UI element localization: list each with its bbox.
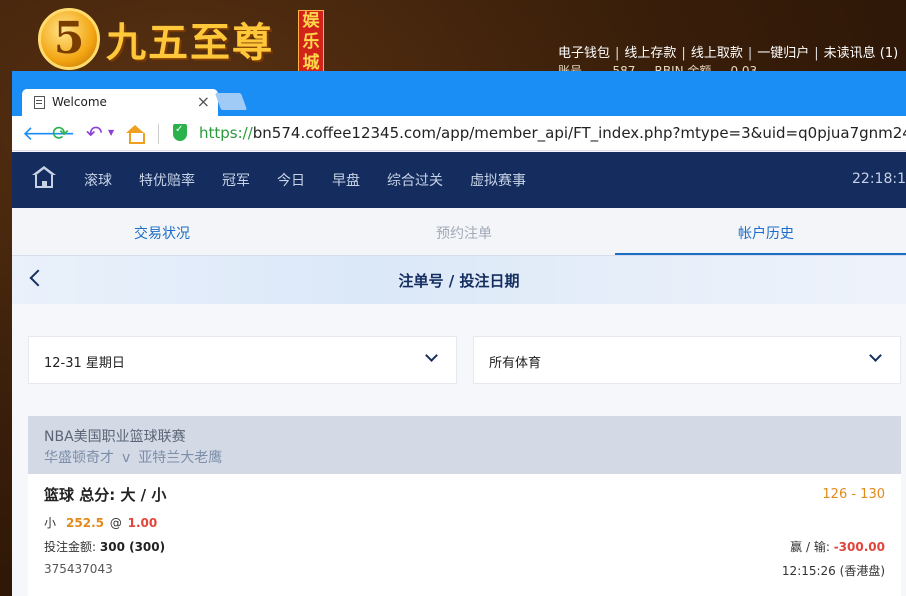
link-unread-messages[interactable]: 未读讯息 (1) [824, 46, 899, 61]
nav-item-virtual[interactable]: 虚拟赛事 [470, 170, 526, 190]
chevron-down-icon [425, 349, 438, 362]
tab-transaction-status[interactable]: 交易状况 [12, 223, 312, 243]
bet-type: 篮球 总分: 大 / 小 [44, 486, 167, 504]
browser-tab[interactable]: Welcome × [22, 89, 218, 116]
page-icon [34, 96, 45, 109]
tab-scheduled-bets[interactable]: 预约注单 [314, 223, 614, 243]
bet-odds: 1.00 [127, 516, 158, 530]
url-field[interactable]: https://bn574.coffee12345.com/app/member… [199, 124, 906, 142]
site-logo-text: 九五至尊 [106, 19, 274, 66]
nav-item-champion[interactable]: 冠军 [222, 170, 250, 190]
sport-select[interactable]: 所有体育 [473, 336, 901, 384]
undo-icon[interactable]: ↶ [86, 121, 103, 145]
page-title: 注单号 / 投注日期 [398, 272, 520, 290]
site-top-links: 电子钱包 | 线上存款 | 线上取款 | 一键归户 | 未读讯息 (1) [558, 46, 899, 61]
url-path: bn574.coffee12345.com/app/member_api/FT_… [252, 124, 906, 142]
date-select-value: 12-31 星期日 [44, 356, 125, 371]
link-deposit[interactable]: 线上存款 [624, 46, 676, 61]
win-loss-value: -300.00 [833, 540, 885, 554]
url-scheme: https:// [199, 124, 253, 142]
home-door [42, 181, 47, 188]
nav-item-parlay[interactable]: 综合过关 [387, 170, 443, 190]
site-logo-number: 5 [53, 13, 85, 64]
site-logo-badge-text: 娱乐城 [302, 11, 320, 73]
home-icon[interactable] [126, 125, 145, 144]
date-select[interactable]: 12-31 星期日 [28, 336, 457, 384]
tab-title: Welcome [52, 95, 107, 109]
browser-tabstrip: Welcome × [12, 71, 906, 116]
tab-close-icon[interactable]: × [197, 92, 210, 111]
ticket-id: 375437043 [44, 562, 113, 576]
address-bar: 🡐 ⟳ ↶ ▼ https://bn574.coffee12345.com/ap… [12, 116, 906, 151]
site-logo-badge: 娱乐城 [298, 10, 324, 74]
bet-time: 12:15:26 (香港盘) [781, 564, 885, 578]
app-navbar: 滚球 特优赔率 冠军 今日 早盘 综合过关 虚拟赛事 22:18:1 [12, 152, 906, 208]
bet-selection: 小 252.5 @ 1.00 [44, 514, 157, 531]
nav-item-special-odds[interactable]: 特优赔率 [139, 170, 195, 190]
nav-item-live[interactable]: 滚球 [84, 170, 112, 190]
chevron-down-icon [869, 349, 882, 362]
bet-detail: 篮球 总分: 大 / 小 126 - 130 小 252.5 @ 1.00 投注金… [28, 474, 901, 596]
page-header: 注单号 / 投注日期 [12, 256, 906, 304]
pick-label: 小 [44, 516, 57, 530]
match-teams: 华盛顿奇才 v 亚特兰大老鹰 [44, 447, 222, 467]
final-score: 126 - 130 [822, 487, 885, 502]
link-e-wallet[interactable]: 电子钱包 [558, 46, 610, 61]
nav-menu: 滚球 特优赔率 冠军 今日 早盘 综合过关 虚拟赛事 [84, 152, 553, 208]
new-tab-button[interactable] [214, 93, 248, 110]
win-loss-row: 赢 / 输: -300.00 [790, 538, 885, 555]
link-one-click-transfer[interactable]: 一键归户 [757, 46, 809, 61]
link-withdraw[interactable]: 线上取款 [691, 46, 743, 61]
stake-row: 投注金额: 300 (300) [44, 538, 165, 555]
bet-match-header: NBA美国职业篮球联赛 华盛顿奇才 v 亚特兰大老鹰 [28, 416, 901, 474]
clock: 22:18:1 [852, 171, 906, 187]
away-team: 亚特兰大老鹰 [138, 450, 223, 466]
bet-line: 252.5 [66, 516, 104, 530]
home-team: 华盛顿奇才 [44, 450, 114, 466]
undo-dropdown-icon[interactable]: ▼ [108, 128, 114, 137]
divider [158, 124, 159, 144]
at-sign: @ [109, 516, 122, 530]
tab-account-history[interactable]: 帐户历史 [616, 223, 906, 243]
league-name: NBA美国职业篮球联赛 [44, 429, 186, 445]
nav-item-early[interactable]: 早盘 [332, 170, 360, 190]
subtabs: 交易状况 预约注单 帐户历史 [12, 208, 906, 256]
refresh-icon[interactable]: ⟳ [52, 121, 69, 145]
security-shield-icon[interactable] [173, 124, 187, 141]
stake-label: 投注金额: [44, 540, 97, 554]
active-tab-indicator [615, 253, 906, 255]
nav-item-today[interactable]: 今日 [277, 170, 305, 190]
win-loss-label: 赢 / 输: [790, 540, 830, 554]
versus: v [122, 450, 131, 466]
sport-select-value: 所有体育 [489, 356, 542, 371]
stake-value: 300 (300) [99, 540, 166, 554]
browser-window: Welcome × 🡐 ⟳ ↶ ▼ https://bn574.coffee12… [12, 71, 906, 596]
